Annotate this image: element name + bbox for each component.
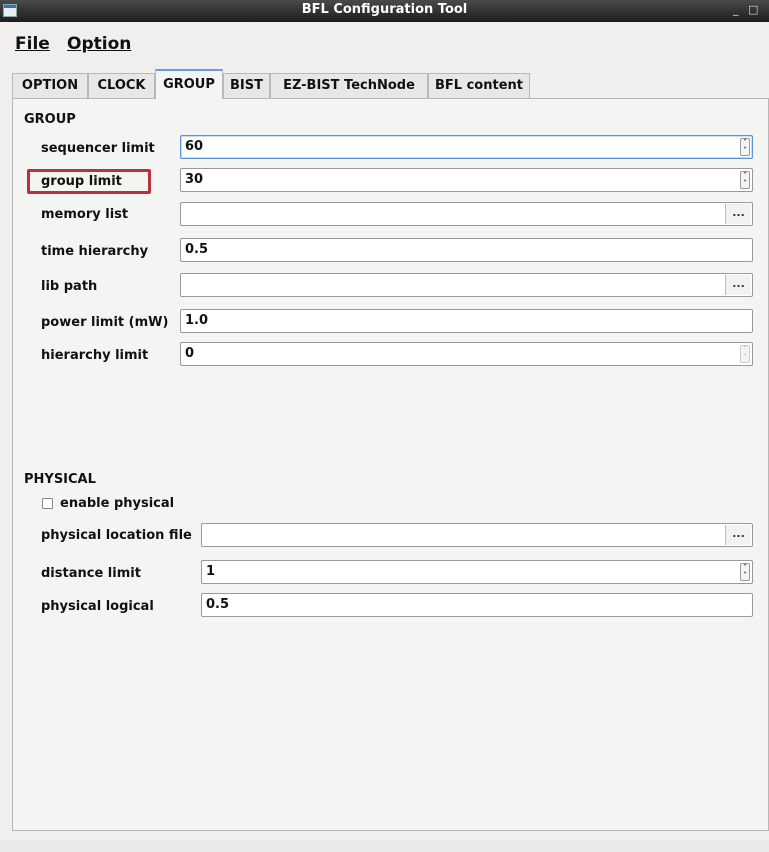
memory-list-label: memory list: [41, 207, 129, 222]
maximize-button[interactable]: □: [748, 3, 758, 16]
checkbox-icon[interactable]: [42, 498, 53, 509]
group-limit-spinbox[interactable]: 30 ˄ ˅: [180, 168, 753, 192]
tab-group[interactable]: GROUP: [155, 69, 223, 99]
physical-section-title: PHYSICAL: [24, 472, 96, 487]
hierarchy-limit-value: 0: [185, 346, 195, 361]
title-bar: BFL Configuration Tool _ □: [0, 0, 769, 22]
group-section-title: GROUP: [24, 112, 76, 127]
spin-updown-icon[interactable]: ˄ ˅: [740, 171, 750, 189]
physical-location-file-browse-button[interactable]: ...: [725, 525, 751, 545]
physical-logical-input[interactable]: 0.5: [201, 593, 753, 617]
spin-updown-icon[interactable]: ˄ ˅: [740, 345, 750, 363]
time-hierarchy-value: 0.5: [185, 242, 209, 257]
tab-ez-bist-technode[interactable]: EZ-BIST TechNode: [270, 73, 428, 98]
hierarchy-limit-spinbox[interactable]: 0 ˄ ˅: [180, 342, 753, 366]
tab-bist[interactable]: BIST: [223, 73, 270, 98]
menu-option[interactable]: Option: [67, 34, 131, 54]
lib-path-input[interactable]: ...: [180, 273, 753, 297]
power-limit-label: power limit (mW): [41, 315, 169, 330]
minimize-button[interactable]: _: [733, 3, 739, 16]
menu-file[interactable]: File: [15, 34, 50, 54]
memory-list-browse-button[interactable]: ...: [725, 204, 751, 224]
group-limit-value: 30: [185, 172, 204, 187]
spin-updown-icon[interactable]: ˄ ˅: [740, 563, 750, 581]
distance-limit-label: distance limit: [41, 566, 141, 581]
enable-physical-label[interactable]: enable physical: [60, 496, 174, 511]
physical-logical-value: 0.5: [206, 597, 230, 612]
tab-bfl-content[interactable]: BFL content: [428, 73, 530, 98]
memory-list-input[interactable]: ...: [180, 202, 753, 226]
spin-updown-icon[interactable]: ˄ ˅: [740, 138, 750, 156]
group-limit-label: group limit: [41, 174, 122, 189]
tab-option[interactable]: OPTION: [12, 73, 88, 98]
power-limit-value: 1.0: [185, 313, 209, 328]
sequencer-limit-spinbox[interactable]: 60 ˄ ˅: [180, 135, 753, 159]
physical-location-file-input[interactable]: ...: [201, 523, 753, 547]
menu-bar: File Option: [0, 34, 769, 58]
distance-limit-value: 1: [206, 564, 216, 579]
sequencer-limit-value: 60: [185, 139, 204, 154]
power-limit-input[interactable]: 1.0: [180, 309, 753, 333]
hierarchy-limit-label: hierarchy limit: [41, 348, 149, 363]
status-bar: [0, 840, 769, 852]
sequencer-limit-label: sequencer limit: [41, 141, 155, 156]
physical-logical-label: physical logical: [41, 599, 154, 614]
physical-location-file-label: physical location file: [41, 528, 192, 543]
tab-clock[interactable]: CLOCK: [88, 73, 155, 98]
distance-limit-spinbox[interactable]: 1 ˄ ˅: [201, 560, 753, 584]
lib-path-browse-button[interactable]: ...: [725, 275, 751, 295]
window-title: BFL Configuration Tool: [301, 2, 468, 17]
time-hierarchy-input[interactable]: 0.5: [180, 238, 753, 262]
lib-path-label: lib path: [41, 279, 98, 294]
time-hierarchy-label: time hierarchy: [41, 244, 149, 259]
